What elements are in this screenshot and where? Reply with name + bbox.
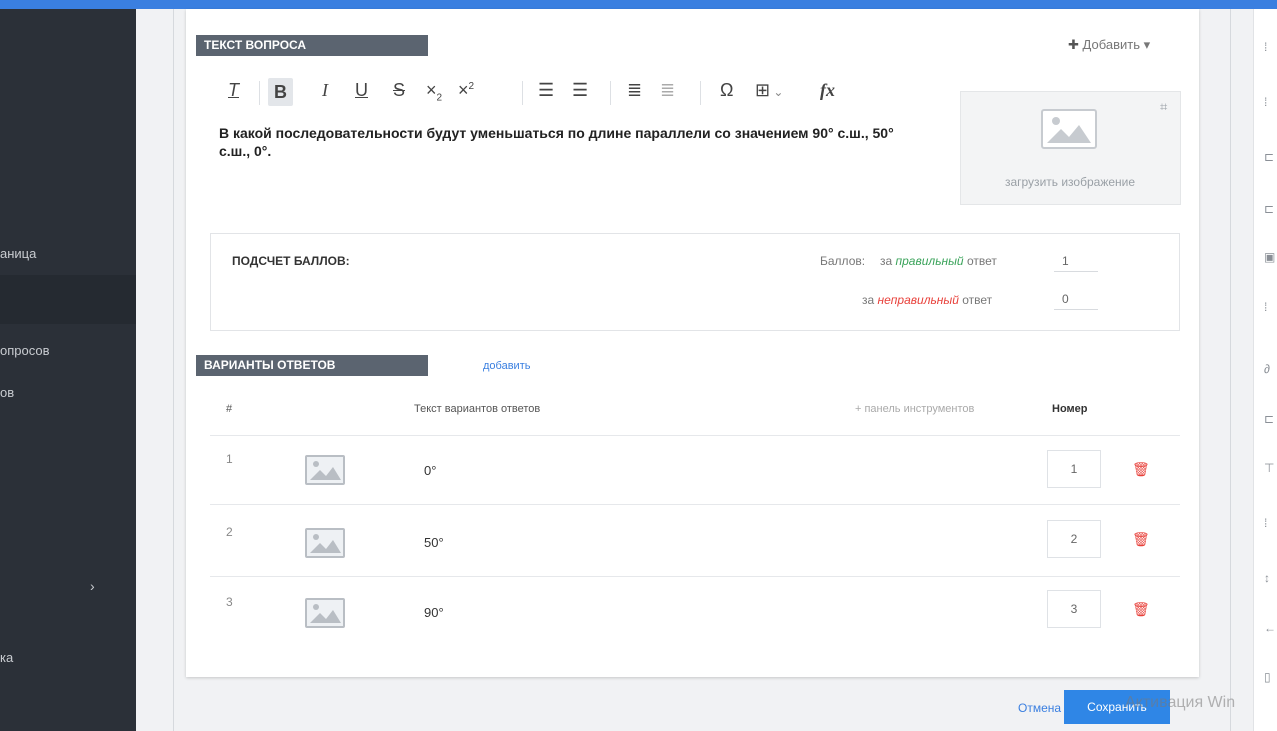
formula-icon[interactable]: fx — [820, 80, 835, 101]
table-icon[interactable]: ⊞ ⌄ — [755, 80, 783, 101]
trash-icon[interactable]: 🗑 — [1132, 531, 1150, 548]
grid-icon[interactable]: ⁞ — [1264, 40, 1267, 54]
top-accent-bar — [0, 0, 1277, 9]
trash-icon[interactable]: 🗑 — [1132, 601, 1150, 618]
row-num: 2 — [226, 525, 233, 539]
toolbar-toggle-link[interactable]: + панель инструментов — [855, 403, 974, 415]
row-num: 1 — [226, 452, 233, 466]
caret-down-icon: ▾ — [1139, 37, 1151, 52]
scoring-title: ПОДСЧЕТ БАЛЛОВ: — [232, 254, 350, 268]
sidebar-item-page[interactable]: аница — [0, 246, 36, 261]
wrong-points-input[interactable]: 0 — [1054, 288, 1098, 310]
wrong-answer-label: за неправильный ответ — [862, 293, 993, 307]
answer-image-icon[interactable] — [305, 455, 345, 485]
strikethrough-icon[interactable]: S — [393, 80, 405, 101]
toolbar-separator — [259, 81, 260, 105]
panel-icon[interactable]: ⊏ — [1264, 150, 1274, 164]
add-dropdown[interactable]: ✚ Добавить ▾ — [1068, 37, 1150, 53]
arrow-icon[interactable]: ← — [1264, 621, 1276, 635]
superscript-icon[interactable]: ×2 — [458, 80, 474, 101]
guide-line — [1230, 9, 1231, 731]
sidebar-item-tests[interactable]: ов — [0, 385, 14, 400]
panel-icon[interactable]: ⊏ — [1264, 202, 1274, 216]
italic-icon[interactable]: I — [322, 80, 328, 101]
answer-text[interactable]: 50° — [424, 535, 444, 550]
add-answer-link[interactable]: добавить — [483, 360, 530, 372]
trash-icon[interactable]: 🗑 — [1132, 461, 1150, 478]
sort-icon[interactable]: ↕ — [1264, 571, 1270, 585]
answer-text[interactable]: 0° — [424, 463, 436, 478]
column-header-number: Номер — [1052, 403, 1088, 415]
grid-icon[interactable]: ⁞ — [1264, 95, 1267, 109]
column-header-num: # — [226, 403, 233, 415]
answer-text[interactable]: 90° — [424, 605, 444, 620]
toolbar-separator — [522, 81, 523, 105]
plus-icon: ✚ — [1068, 37, 1083, 52]
bold-icon[interactable]: B — [268, 78, 293, 106]
upload-image-label[interactable]: загрузить изображение — [970, 175, 1170, 189]
underline-icon[interactable]: U — [355, 80, 368, 101]
answer-image-icon[interactable] — [305, 598, 345, 628]
panel-icon[interactable]: ⊏ — [1264, 412, 1274, 426]
row-divider — [210, 504, 1180, 505]
answer-order-input[interactable]: 3 — [1047, 590, 1101, 628]
row-divider — [210, 576, 1180, 577]
toolbar-separator — [700, 81, 701, 105]
link-icon[interactable]: ∂ — [1264, 362, 1270, 376]
indent-icon[interactable]: ≣ — [627, 80, 642, 101]
ordered-list-icon[interactable]: ☰ — [538, 80, 554, 101]
column-header-text: Текст вариантов ответов — [414, 403, 541, 415]
clear-format-icon[interactable]: T — [228, 80, 239, 101]
correct-answer-label: за правильный ответ — [880, 254, 997, 268]
guide-line — [173, 9, 174, 731]
answer-order-input[interactable]: 1 — [1047, 450, 1101, 488]
sidebar-item-settings[interactable]: ка — [0, 650, 13, 665]
sidebar-item-questions[interactable]: опросов — [0, 343, 50, 358]
toolbar-separator — [610, 81, 611, 105]
image-placeholder-icon — [1041, 109, 1097, 149]
sidebar — [0, 9, 136, 731]
row-num: 3 — [226, 595, 233, 609]
activation-watermark: Активация Win — [1125, 694, 1236, 711]
points-label: Баллов: — [820, 254, 866, 268]
correct-points-input[interactable]: 1 — [1054, 250, 1098, 272]
row-divider — [210, 435, 1180, 436]
crop-icon[interactable]: ⌗ — [1160, 99, 1167, 115]
outdent-icon[interactable]: ≣ — [660, 80, 675, 101]
scoring-panel — [210, 233, 1180, 331]
chevron-right-icon[interactable]: › — [90, 578, 95, 594]
image-icon[interactable]: ▣ — [1264, 250, 1275, 264]
page-icon[interactable]: ▯ — [1264, 670, 1271, 684]
subscript-icon[interactable]: ×2 — [426, 80, 442, 104]
grid-icon[interactable]: ⁞ — [1264, 516, 1267, 530]
answer-image-icon[interactable] — [305, 528, 345, 558]
cancel-button[interactable]: Отмена — [1018, 701, 1061, 715]
list-icon[interactable]: ⁞ — [1264, 300, 1267, 314]
answer-order-input[interactable]: 2 — [1047, 520, 1101, 558]
sidebar-active-highlight — [0, 275, 136, 324]
filter-icon[interactable]: ⊤ — [1264, 461, 1274, 475]
question-section-header: ТЕКСТ ВОПРОСА — [196, 35, 442, 56]
special-char-icon[interactable]: Ω — [720, 80, 733, 101]
bullet-list-icon[interactable]: ☰ — [572, 80, 588, 101]
question-text[interactable]: В какой последовательности будут уменьша… — [219, 124, 919, 160]
answers-section-header: ВАРИАНТЫ ОТВЕТОВ — [196, 355, 442, 376]
